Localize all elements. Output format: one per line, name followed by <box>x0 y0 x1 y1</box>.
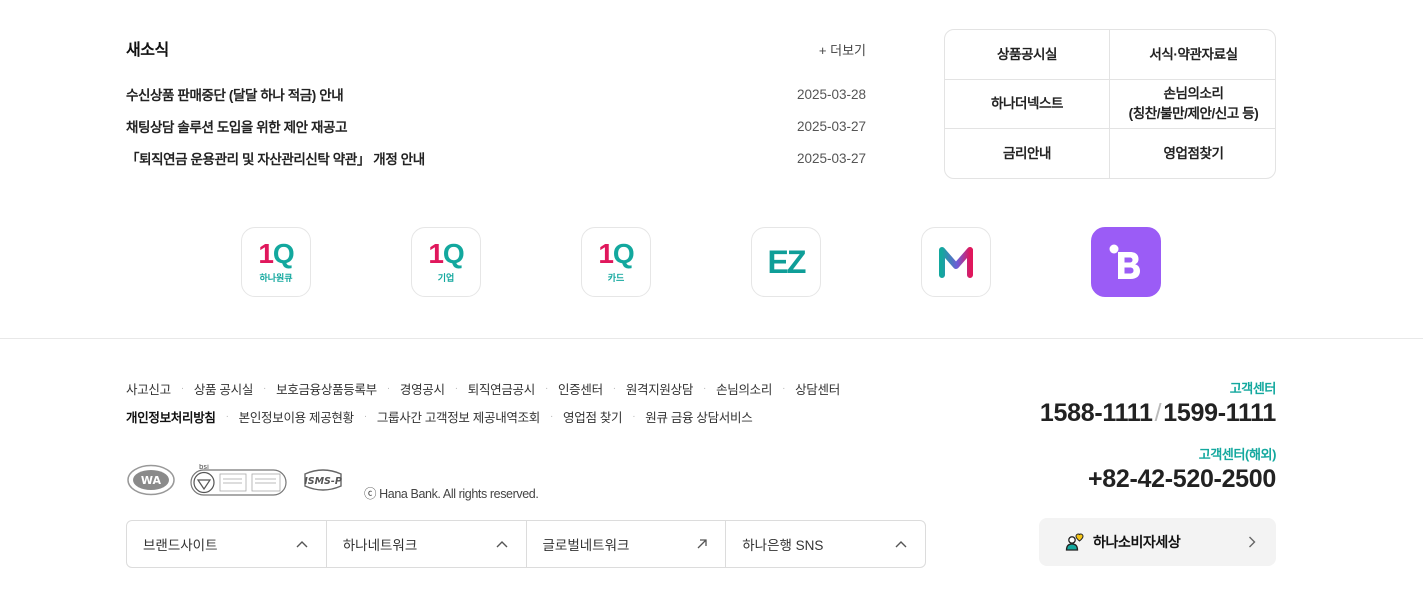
footer-link-branch-finder[interactable]: 영업점 찾기 <box>563 407 622 426</box>
selector-label: 글로벌네트워크 <box>542 538 630 553</box>
footer-link-group-info-sharing[interactable]: 그룹사간 고객정보 제공내역조회 <box>377 407 540 426</box>
customer-center: 고객센터 1588-1111/1599-1111 고객센터(해외) +82-42… <box>1040 378 1276 494</box>
separator-dot: · <box>180 382 184 394</box>
brand-site-selector[interactable]: 브랜드사이트 <box>127 521 327 567</box>
news-item[interactable]: 수신상품 판매중단 (달달 하나 적금) 안내 2025-03-28 <box>126 78 866 110</box>
app-m[interactable] <box>921 227 991 297</box>
app-1q-corporate[interactable]: 1Q 기업 <box>411 227 481 297</box>
footer-links-row: 사고신고 · 상품 공시실 · 보호금융상품등록부 · 경영공시 · 퇴직연금공시 · 인… <box>126 374 886 402</box>
separator-dot: · <box>544 382 548 394</box>
footer-link-incident-report[interactable]: 사고신고 <box>126 379 171 398</box>
selector-label: 하나은행 SNS <box>742 538 824 553</box>
hana-network-selector[interactable]: 하나네트워크 <box>327 521 527 567</box>
quick-link-customer-voice[interactable]: 손님의소리 (칭찬/불만/제안/신고 등) <box>1110 80 1275 129</box>
news-item-date: 2025-03-28 <box>796 86 866 102</box>
quick-link-hana-the-next[interactable]: 하나더넥스트 <box>945 80 1110 129</box>
separator-dot: · <box>782 382 786 394</box>
b-logo-icon <box>1109 244 1140 279</box>
selector-label: 브랜드사이트 <box>143 538 218 553</box>
separator-dot: · <box>703 382 707 394</box>
phone-separator: / <box>1154 399 1162 427</box>
consumer-heart-icon <box>1065 533 1084 551</box>
web-accessibility-cert-icon: WA <box>126 464 176 496</box>
news-item-title[interactable]: 채팅상담 솔루션 도입을 위한 제안 재공고 <box>126 116 347 136</box>
separator-dot: · <box>225 410 229 422</box>
news-item-date: 2025-03-27 <box>796 118 866 134</box>
phone-number-1588[interactable]: 1588-1111 <box>1040 399 1153 427</box>
footer-link-customer-voice[interactable]: 손님의소리 <box>716 379 772 398</box>
selector-label: 하나네트워크 <box>342 538 418 553</box>
footer-link-cert-center[interactable]: 인증센터 <box>558 379 603 398</box>
separator-dot: · <box>386 382 390 394</box>
svg-text:WA: WA <box>141 474 162 487</box>
ez-logo-icon: EZ <box>767 243 807 280</box>
chevron-up-icon <box>496 541 507 548</box>
1q-card-logo-icon: 1Q <box>598 238 634 269</box>
app-label: 카드 <box>607 273 625 283</box>
bsi-iso-cert-icon: bsi <box>190 464 287 496</box>
news-item[interactable]: 채팅상담 솔루션 도입을 위한 제안 재공고 2025-03-27 <box>126 110 866 142</box>
svg-text:bsi: bsi <box>199 464 209 471</box>
app-label: 기업 <box>437 273 455 283</box>
news-item-title[interactable]: 「퇴직연금 운용관리 및 자산관리신탁 약관」 개정 안내 <box>126 148 425 168</box>
footer-link-consult-center[interactable]: 상담센터 <box>795 379 840 398</box>
chevron-right-icon <box>1249 536 1256 548</box>
app-label: 하나원큐 <box>259 273 293 283</box>
news-more-link[interactable]: + 더보기 <box>819 40 866 59</box>
news-item-date: 2025-03-27 <box>796 150 866 166</box>
app-1q-card[interactable]: 1Q 카드 <box>581 227 651 297</box>
separator-dot: · <box>263 382 267 394</box>
separator-dot: · <box>612 382 616 394</box>
footer-link-protected-products[interactable]: 보호금융상품등록부 <box>276 379 377 398</box>
footer-link-privacy-policy[interactable]: 개인정보처리방침 <box>126 407 216 426</box>
1q-corporate-logo-icon: 1Q <box>428 238 464 269</box>
chevron-up-icon <box>895 541 907 548</box>
footer-link-remote-support[interactable]: 원격지원상담 <box>626 379 694 398</box>
overseas-phone-number[interactable]: +82-42-520-2500 <box>1040 465 1276 494</box>
footer-link-personal-info-usage[interactable]: 본인정보이용 제공현황 <box>239 407 354 426</box>
footer-link-pension-disclosure[interactable]: 퇴직연금공시 <box>468 379 536 398</box>
footer-link-product-disclosure[interactable]: 상품 공시실 <box>194 379 253 398</box>
hana-1q-logo-icon: 1Q <box>258 238 294 269</box>
chevron-up-icon <box>296 541 308 548</box>
news-title: 새소식 <box>126 42 169 59</box>
overseas-center-label: 고객센터(해외) <box>1198 447 1277 462</box>
consumer-world-label: 하나소비자세상 <box>1093 534 1181 550</box>
separator-dot: · <box>363 410 367 422</box>
quick-link-product-disclosure[interactable]: 상품공시실 <box>945 30 1110 80</box>
separator-dot: · <box>454 382 458 394</box>
quick-links-grid: 상품공시실 서식·약관자료실 하나더넥스트 손님의소리 (칭찬/불만/제안/신고… <box>944 29 1276 179</box>
news-item[interactable]: 「퇴직연금 운용관리 및 자산관리신탁 약관」 개정 안내 2025-03-27 <box>126 142 866 174</box>
news-item-title[interactable]: 수신상품 판매중단 (달달 하나 적금) 안내 <box>126 84 344 104</box>
news-section: 새소식 + 더보기 수신상품 판매중단 (달달 하나 적금) 안내 2025-0… <box>126 36 866 167</box>
app-b[interactable] <box>1091 227 1161 297</box>
separator-dot: · <box>632 410 636 422</box>
site-selector-bar: 브랜드사이트 하나네트워크 글로벌네트워크 하나은행 SNS <box>126 520 926 568</box>
customer-center-label: 고객센터 <box>1229 381 1277 396</box>
isms-p-cert-icon: ISMS-P <box>301 464 345 496</box>
customer-center-numbers: 1588-1111/1599-1111 <box>1040 399 1276 428</box>
copyright-text: ⓒ Hana Bank. All rights reserved. <box>364 487 539 501</box>
app-ez[interactable]: EZ <box>751 227 821 297</box>
section-divider <box>0 338 1423 339</box>
quick-link-interest-rates[interactable]: 금리안내 <box>945 129 1110 178</box>
footer-link-1q-consult[interactable]: 원큐 금융 상담서비스 <box>645 407 752 426</box>
svg-text:ISMS-P: ISMS-P <box>304 476 342 487</box>
app-hana-1q[interactable]: 1Q 하나원큐 <box>241 227 311 297</box>
footer-links-row: 개인정보처리방침 · 본인정보이용 제공현황 · 그룹사간 고객정보 제공내역조회 ·… <box>126 402 886 430</box>
news-list: 수신상품 판매중단 (달달 하나 적금) 안내 2025-03-28 채팅상담 … <box>126 78 866 174</box>
consumer-world-button[interactable]: 하나소비자세상 <box>1039 518 1276 566</box>
hana-sns-selector[interactable]: 하나은행 SNS <box>726 521 925 567</box>
external-arrow-icon <box>697 539 707 549</box>
quick-link-forms-terms[interactable]: 서식·약관자료실 <box>1110 30 1275 80</box>
quick-link-branch-finder[interactable]: 영업점찾기 <box>1110 129 1275 178</box>
m-logo-icon <box>939 247 973 278</box>
footer-links: 사고신고 · 상품 공시실 · 보호금융상품등록부 · 경영공시 · 퇴직연금공시 · 인… <box>126 374 886 430</box>
footer-link-management-disclosure[interactable]: 경영공시 <box>400 379 445 398</box>
phone-number-1599[interactable]: 1599-1111 <box>1163 399 1276 427</box>
separator-dot: · <box>550 410 554 422</box>
global-network-link[interactable]: 글로벌네트워크 <box>527 521 727 567</box>
